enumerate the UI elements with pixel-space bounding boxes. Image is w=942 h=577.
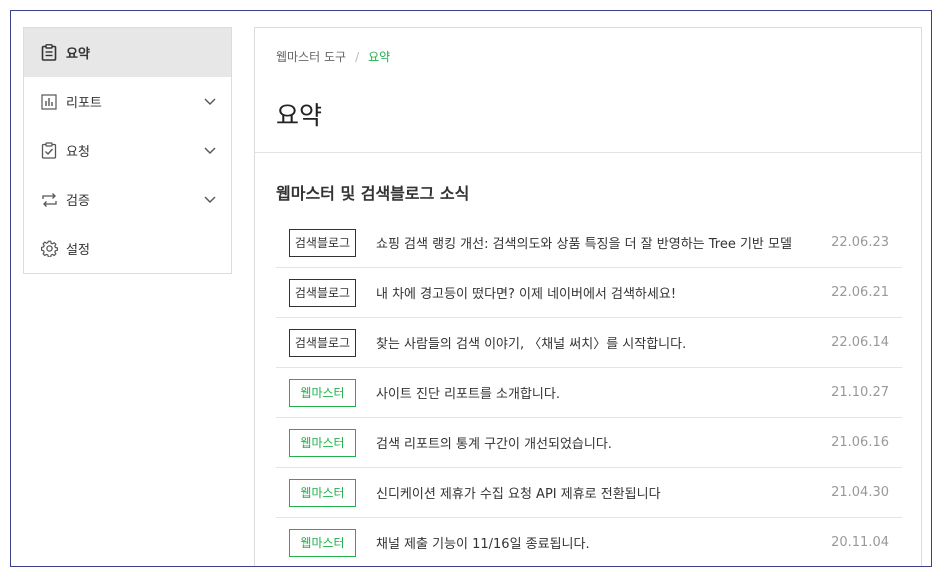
bar-chart-icon (40, 93, 58, 111)
divider (255, 152, 921, 153)
news-date: 22.06.14 (831, 335, 889, 350)
sidebar-item-settings[interactable]: 설정 (24, 224, 231, 273)
category-badge: 웹마스터 (289, 478, 356, 507)
news-title[interactable]: 채널 제출 기능이 11/16일 종료됩니다. (376, 533, 821, 552)
list-item[interactable]: 검색블로그 내 차에 경고등이 떴다면? 이제 네이버에서 검색하세요! 22.… (276, 268, 902, 318)
repeat-arrows-icon (40, 191, 58, 209)
news-title[interactable]: 찾는 사람들의 검색 이야기, 〈채널 써치〉를 시작합니다. (376, 333, 821, 352)
news-title[interactable]: 신디케이션 제휴가 수집 요청 API 제휴로 전환됩니다 (376, 483, 821, 502)
sidebar-item-summary[interactable]: 요약 (24, 28, 231, 77)
news-title[interactable]: 내 차에 경고등이 떴다면? 이제 네이버에서 검색하세요! (376, 283, 821, 302)
list-item[interactable]: 웹마스터 채널 제출 기능이 11/16일 종료됩니다. 20.11.04 (276, 518, 902, 566)
sidebar-item-label: 설정 (66, 243, 90, 258)
chevron-down-icon[interactable] (203, 193, 217, 207)
breadcrumb-separator: / (355, 49, 360, 64)
sidebar-item-label: 요청 (66, 145, 90, 160)
news-title[interactable]: 검색 리포트의 통계 구간이 개선되었습니다. (376, 433, 821, 452)
page-title: 요약 (276, 101, 323, 130)
sidebar-item-label: 요약 (66, 47, 90, 62)
breadcrumb-current: 요약 (368, 50, 391, 64)
news-date: 22.06.23 (831, 235, 889, 250)
category-badge: 웹마스터 (289, 428, 356, 457)
news-date: 21.06.16 (831, 435, 889, 450)
category-badge: 웹마스터 (289, 378, 356, 407)
chevron-down-icon[interactable] (203, 144, 217, 158)
sidebar-item-verify[interactable]: 검증 (24, 175, 231, 224)
news-title[interactable]: 쇼핑 검색 랭킹 개선: 검색의도와 상품 특징을 더 잘 반영하는 Tree … (376, 233, 821, 252)
category-badge: 웹마스터 (289, 528, 356, 557)
sidebar-item-request[interactable]: 요청 (24, 126, 231, 175)
category-badge: 검색블로그 (289, 328, 356, 357)
list-item[interactable]: 웹마스터 신디케이션 제휴가 수집 요청 API 제휴로 전환됩니다 21.04… (276, 468, 902, 518)
news-date: 21.04.30 (831, 485, 889, 500)
list-item[interactable]: 웹마스터 검색 리포트의 통계 구간이 개선되었습니다. 21.06.16 (276, 418, 902, 468)
section-title: 웹마스터 및 검색블로그 소식 (276, 184, 470, 203)
breadcrumb-root-link[interactable]: 웹마스터 도구 (276, 48, 346, 65)
news-date: 20.11.04 (831, 535, 889, 550)
clipboard-icon (40, 44, 58, 62)
category-badge: 검색블로그 (289, 278, 356, 307)
news-date: 21.10.27 (831, 385, 889, 400)
news-date: 22.06.21 (831, 285, 889, 300)
sidebar-item-label: 리포트 (66, 96, 102, 111)
sidebar-item-label: 검증 (66, 194, 90, 209)
checkbox-clipboard-icon (40, 142, 58, 160)
news-title[interactable]: 사이트 진단 리포트를 소개합니다. (376, 383, 821, 402)
chevron-down-icon[interactable] (203, 95, 217, 109)
sidebar: 요약 리포트 요청 검증 설정 (23, 27, 232, 274)
category-badge: 검색블로그 (289, 228, 356, 257)
news-list: 검색블로그 쇼핑 검색 랭킹 개선: 검색의도와 상품 특징을 더 잘 반영하는… (276, 218, 902, 566)
list-item[interactable]: 검색블로그 찾는 사람들의 검색 이야기, 〈채널 써치〉를 시작합니다. 22… (276, 318, 902, 368)
main-panel: 웹마스터 도구 / 요약 요약 웹마스터 및 검색블로그 소식 검색블로그 쇼핑… (254, 27, 922, 566)
breadcrumb: 웹마스터 도구 / 요약 (276, 48, 390, 65)
app-frame: 요약 리포트 요청 검증 설정 웹마스터 도구 / 요약 요약 웹마스터 및 검… (10, 10, 932, 567)
list-item[interactable]: 웹마스터 사이트 진단 리포트를 소개합니다. 21.10.27 (276, 368, 902, 418)
gear-icon (40, 240, 58, 258)
sidebar-item-report[interactable]: 리포트 (24, 77, 231, 126)
list-item[interactable]: 검색블로그 쇼핑 검색 랭킹 개선: 검색의도와 상품 특징을 더 잘 반영하는… (276, 218, 902, 268)
